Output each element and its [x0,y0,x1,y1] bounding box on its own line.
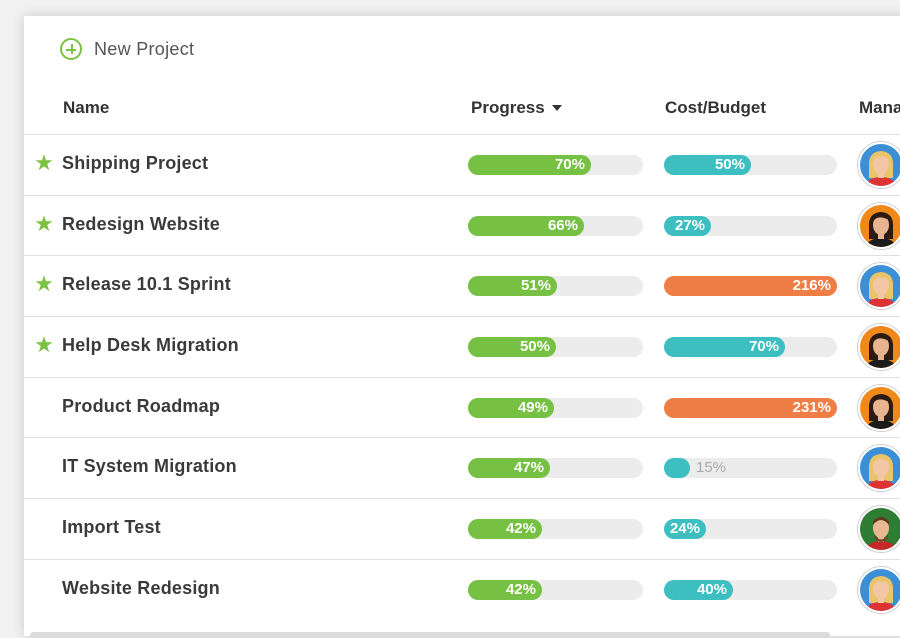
star-icon[interactable]: ★ [33,212,55,235]
cost-budget-bar: 27% [664,215,837,236]
cost-budget-bar: 216% [664,276,837,297]
cost-budget-percent: 15% [696,459,727,477]
project-name[interactable]: Redesign Website [62,214,220,235]
cost-budget-percent: 50% [714,156,745,173]
cost-budget-percent: 40% [696,580,727,598]
horizontal-scrollbar[interactable] [30,632,830,638]
progress-bar: 42% [468,519,643,540]
project-name[interactable]: IT System Migration [62,456,237,477]
column-header-name[interactable]: Name [63,98,109,118]
project-name[interactable]: Website Redesign [62,578,220,599]
manager-avatar[interactable] [858,384,900,431]
progress-bar-fill: 51% [468,276,557,297]
star-icon[interactable]: ★ [33,152,55,174]
plus-circle-icon [60,38,82,60]
cost-budget-bar: 70% [664,337,837,358]
progress-percent: 47% [513,459,544,477]
cost-budget-bar-fill: 216% [664,276,837,297]
table-row[interactable]: Product Roadmap 49% 231% [24,376,900,438]
table-row[interactable]: ★ Release 10.1 Sprint 51% 216% [24,255,900,316]
table-row[interactable]: Import Test 42% 24% [24,498,900,559]
progress-percent: 49% [517,398,548,416]
manager-avatar[interactable] [858,202,900,249]
project-name[interactable]: Release 10.1 Sprint [62,274,231,295]
progress-bar-fill: 47% [468,458,550,479]
progress-percent: 70% [554,156,585,173]
cost-budget-bar-fill: 24% [664,519,706,540]
project-name[interactable]: Shipping Project [62,153,208,174]
cost-budget-percent: 70% [748,338,779,356]
progress-percent: 66% [547,216,578,234]
new-project-label: New Project [94,38,195,59]
progress-percent: 51% [520,277,551,295]
table-row[interactable]: Website Redesign 42% 40% [24,558,900,620]
cost-budget-percent: 24% [669,520,700,538]
progress-bar-fill: 50% [468,337,556,358]
progress-percent: 50% [519,338,550,356]
sort-caret-down-icon [551,105,562,111]
cost-budget-bar-fill: 40% [664,579,733,600]
cost-budget-percent: 216% [792,277,831,295]
projects-panel: New Project Name Progress Cost/Budget Ma… [24,16,900,638]
table-row[interactable]: IT System Migration 47% 15% [24,437,900,498]
manager-avatar[interactable] [858,445,900,492]
progress-bar-fill: 70% [468,155,591,175]
table-row[interactable]: ★ Shipping Project 70% 50% [24,134,900,195]
progress-bar: 51% [468,276,643,297]
star-icon[interactable]: ★ [33,273,55,295]
project-table-body: ★ Shipping Project 70% 50% ★ Redesign Website… [24,134,900,620]
cost-budget-percent: 27% [674,216,705,234]
progress-bar-fill: 66% [468,215,584,236]
table-row[interactable]: ★ Redesign Website 66% 27% [24,194,900,256]
manager-avatar[interactable] [858,566,900,613]
star-icon[interactable]: ★ [33,334,55,356]
progress-bar: 70% [468,155,643,175]
cost-budget-bar: 15% [664,458,837,479]
manager-avatar[interactable] [858,506,900,553]
cost-budget-bar: 50% [664,155,837,175]
new-project-button[interactable]: New Project [60,35,194,63]
cost-budget-bar-fill: 70% [664,337,785,358]
column-header-manager[interactable]: Mana [859,98,900,118]
cost-budget-percent: 231% [792,398,831,416]
cost-budget-bar-fill: 50% [664,155,751,175]
table-row[interactable]: ★ Help Desk Migration 50% 70% [24,316,900,377]
cost-budget-bar-fill: 27% [664,215,711,236]
cost-budget-bar: 24% [664,519,837,540]
column-header-progress-label: Progress [471,98,545,117]
cost-budget-bar-fill: 231% [664,397,837,418]
manager-avatar[interactable] [858,263,900,310]
progress-bar-fill: 42% [468,519,542,540]
progress-bar: 50% [468,337,643,358]
project-name[interactable]: Import Test [62,517,161,538]
progress-bar: 49% [468,397,643,418]
progress-percent: 42% [505,580,536,598]
progress-bar-fill: 42% [468,579,542,600]
cost-budget-bar-fill [664,458,690,479]
progress-bar-fill: 49% [468,397,554,418]
cost-budget-bar: 231% [664,397,837,418]
manager-avatar[interactable] [858,324,900,371]
project-name[interactable]: Help Desk Migration [62,335,239,356]
progress-bar: 42% [468,579,643,600]
column-header-progress[interactable]: Progress [471,98,562,118]
project-name[interactable]: Product Roadmap [62,396,220,417]
progress-bar: 66% [468,215,643,236]
manager-avatar[interactable] [858,142,900,188]
column-header-cost-budget[interactable]: Cost/Budget [665,98,766,118]
cost-budget-bar: 40% [664,579,837,600]
progress-bar: 47% [468,458,643,479]
progress-percent: 42% [505,520,536,538]
